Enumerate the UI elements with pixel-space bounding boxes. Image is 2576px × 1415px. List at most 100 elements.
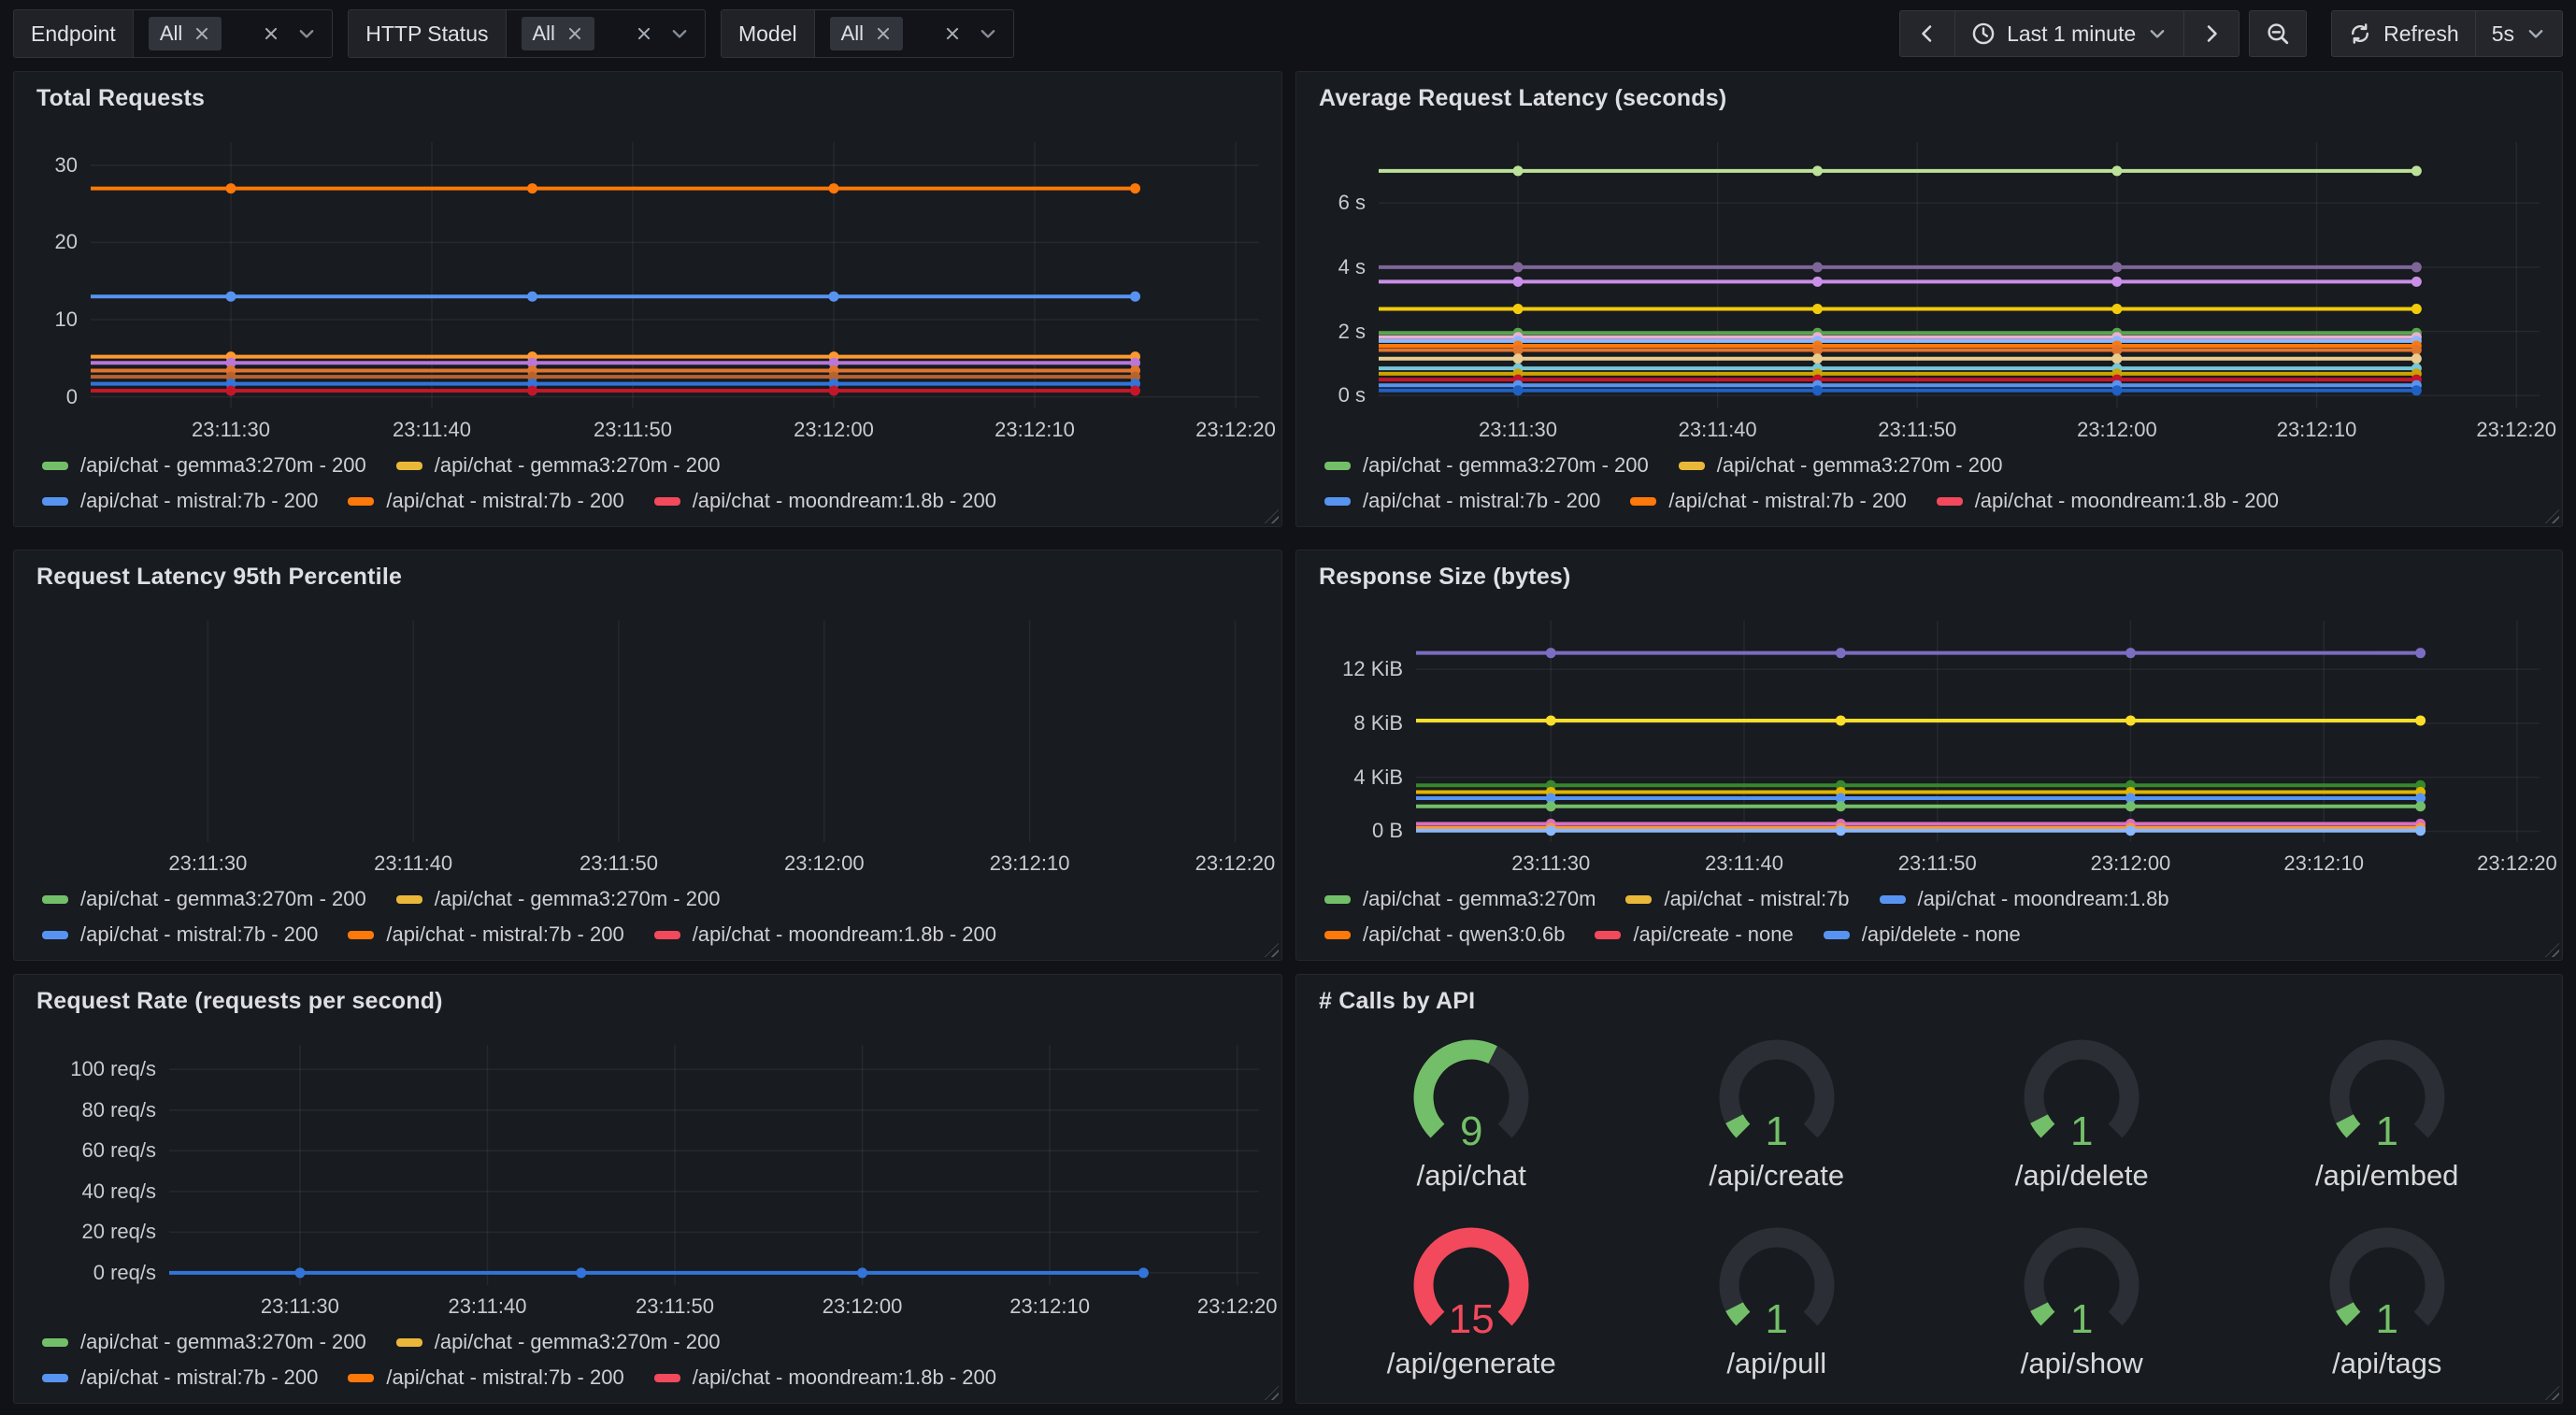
legend-series-color-chip (1324, 497, 1351, 506)
refresh-interval-dropdown[interactable]: 5s (2476, 10, 2563, 57)
x-axis-tick-label: 23:11:40 (374, 851, 452, 876)
x-axis-tick-label: 23:12:20 (2477, 851, 2557, 876)
panel-title[interactable]: Request Rate (requests per second) (36, 988, 1259, 1015)
legend-item[interactable]: /api/chat - mistral:7b - 200 (1324, 489, 1600, 513)
filter-selected-chip[interactable]: All (149, 17, 222, 50)
panel-title[interactable]: Total Requests (36, 85, 1259, 112)
remove-chip-icon[interactable] (193, 25, 210, 42)
timeseries-plot-area[interactable] (169, 1045, 1259, 1285)
chevron-down-icon[interactable] (296, 23, 317, 44)
legend-series-color-chip (1630, 497, 1656, 506)
filter-selected-chip[interactable]: All (830, 17, 903, 50)
panel-resize-handle[interactable] (1265, 509, 1279, 523)
x-axis-tick-label: 23:12:00 (823, 1294, 903, 1319)
x-axis: 23:11:3023:11:4023:11:5023:12:0023:12:10… (169, 1285, 1259, 1324)
legend-item[interactable]: /api/chat - gemma3:270m - 200 (396, 1330, 721, 1354)
timeseries-plot-area[interactable] (91, 142, 1259, 408)
y-axis: 3020100 (36, 142, 91, 408)
legend-item[interactable]: /api/delete - none (1824, 922, 2021, 947)
panel-title[interactable]: Request Latency 95th Percentile (36, 564, 1259, 591)
filter-value-dropdown[interactable]: All (134, 10, 332, 57)
legend-series-label: /api/chat - moondream:1.8b - 200 (693, 1365, 996, 1390)
x-axis-tick-label: 23:12:00 (2077, 418, 2157, 442)
time-range-label: Last 1 minute (2007, 21, 2136, 47)
x-axis-tick-label: 23:11:50 (1898, 851, 1977, 876)
legend-item[interactable]: /api/chat - moondream:1.8b - 200 (654, 489, 996, 513)
legend-item[interactable]: /api/chat - mistral:7b - 200 (348, 1365, 623, 1390)
gauge-label: /api/create (1709, 1159, 1844, 1193)
chevron-down-icon[interactable] (669, 23, 690, 44)
gauge-label: /api/pull (1726, 1347, 1826, 1380)
legend-item[interactable]: /api/chat - gemma3:270m - 200 (396, 453, 721, 478)
legend-item[interactable]: /api/chat - mistral:7b - 200 (42, 922, 318, 947)
legend-series-color-chip (654, 1374, 680, 1382)
timeseries-plot-area[interactable] (1416, 621, 2540, 842)
x-axis: 23:11:3023:11:4023:11:5023:12:0023:12:10… (1416, 842, 2540, 881)
legend-item[interactable]: /api/chat - gemma3:270m - 200 (396, 887, 721, 911)
time-shift-back-button[interactable] (1899, 10, 1955, 57)
panel-resize-handle[interactable] (1265, 943, 1279, 957)
timeseries-plot-area[interactable] (1379, 142, 2540, 408)
x-axis-tick-label: 23:12:20 (1197, 1294, 1278, 1319)
legend-item[interactable]: /api/chat - moondream:1.8b - 200 (1937, 489, 2279, 513)
chevron-left-icon (1916, 22, 1939, 45)
y-axis-tick-label: 20 (55, 230, 78, 254)
average-request-latency-chart: 6 s4 s2 s0 s23:11:3023:11:4023:11:5023:1… (1319, 116, 2540, 515)
remove-chip-icon[interactable] (566, 25, 583, 42)
gauge-arc: 1 (2002, 1214, 2161, 1343)
legend-item[interactable]: /api/chat - gemma3:270m - 200 (1324, 453, 1649, 478)
clear-filter-icon[interactable] (263, 25, 279, 42)
refresh-button[interactable]: Refresh (2331, 10, 2476, 57)
x-axis-tick-label: 23:11:30 (261, 1294, 339, 1319)
panel-resize-handle[interactable] (2545, 1386, 2559, 1400)
time-shift-forward-button[interactable] (2184, 10, 2240, 57)
panel-title[interactable]: Average Request Latency (seconds) (1319, 85, 2540, 112)
timeseries-svg (169, 1045, 1259, 1285)
filter-selected-chip[interactable]: All (522, 17, 594, 50)
legend-item[interactable]: /api/chat - mistral:7b - 200 (348, 922, 623, 947)
panel-resize-handle[interactable] (2545, 943, 2559, 957)
clear-filter-icon[interactable] (944, 25, 961, 42)
legend-item[interactable]: /api/chat - gemma3:270m - 200 (42, 887, 366, 911)
filter-value-dropdown[interactable]: All (507, 10, 705, 57)
gauge-label: /api/generate (1387, 1347, 1556, 1380)
panel-title[interactable]: # Calls by API (1319, 988, 2540, 1015)
filter-http-status: HTTP StatusAll (348, 9, 706, 58)
chevron-down-icon (2526, 23, 2546, 44)
panel-resize-handle[interactable] (2545, 509, 2559, 523)
legend-item[interactable]: /api/chat - gemma3:270m - 200 (42, 453, 366, 478)
panel-resize-handle[interactable] (1265, 1386, 1279, 1400)
remove-chip-icon[interactable] (875, 25, 892, 42)
filter-value-dropdown[interactable]: All (815, 10, 1013, 57)
legend-item[interactable]: /api/chat - gemma3:270m (1324, 887, 1596, 911)
legend-item[interactable]: /api/chat - mistral:7b - 200 (348, 489, 623, 513)
legend-item[interactable]: /api/chat - qwen3:0.6b (1324, 922, 1565, 947)
zoom-out-time-button[interactable] (2249, 10, 2307, 57)
x-axis-tick-label: 23:12:10 (990, 851, 1070, 876)
timeseries-svg (1379, 142, 2540, 408)
legend-item[interactable]: /api/chat - moondream:1.8b - 200 (654, 1365, 996, 1390)
legend-item[interactable]: /api/chat - gemma3:270m - 200 (42, 1330, 366, 1354)
legend-item[interactable]: /api/chat - gemma3:270m - 200 (1679, 453, 2003, 478)
x-axis-tick-label: 23:11:30 (168, 851, 247, 876)
gauge-value: 15 (1392, 1296, 1551, 1343)
template-variable-filters: EndpointAllHTTP StatusAllModelAll (13, 9, 1014, 58)
timeseries-plot-area[interactable] (64, 621, 1259, 842)
legend-series-label: /api/chat - gemma3:270m - 200 (1363, 453, 1649, 478)
time-range-picker[interactable]: Last 1 minute (1955, 10, 2184, 57)
legend-series-label: /api/chat - gemma3:270m - 200 (435, 1330, 721, 1354)
x-axis-tick-label: 23:11:50 (594, 418, 672, 442)
clear-filter-icon[interactable] (636, 25, 652, 42)
legend-item[interactable]: /api/chat - mistral:7b - 200 (42, 1365, 318, 1390)
legend-item[interactable]: /api/chat - moondream:1.8b - 200 (654, 922, 996, 947)
legend-item[interactable]: /api/chat - mistral:7b - 200 (42, 489, 318, 513)
legend-series-label: /api/chat - moondream:1.8b (1918, 887, 2169, 911)
chevron-down-icon[interactable] (978, 23, 998, 44)
legend-item[interactable]: /api/chat - mistral:7b (1625, 887, 1849, 911)
legend-item[interactable]: /api/chat - moondream:1.8b (1880, 887, 2169, 911)
total-requests-chart: 302010023:11:3023:11:4023:11:5023:12:002… (36, 116, 1259, 515)
panel-total-requests: Total Requests 302010023:11:3023:11:4023… (13, 71, 1282, 527)
legend-item[interactable]: /api/chat - mistral:7b - 200 (1630, 489, 1906, 513)
legend-item[interactable]: /api/create - none (1595, 922, 1793, 947)
panel-title[interactable]: Response Size (bytes) (1319, 564, 2540, 591)
